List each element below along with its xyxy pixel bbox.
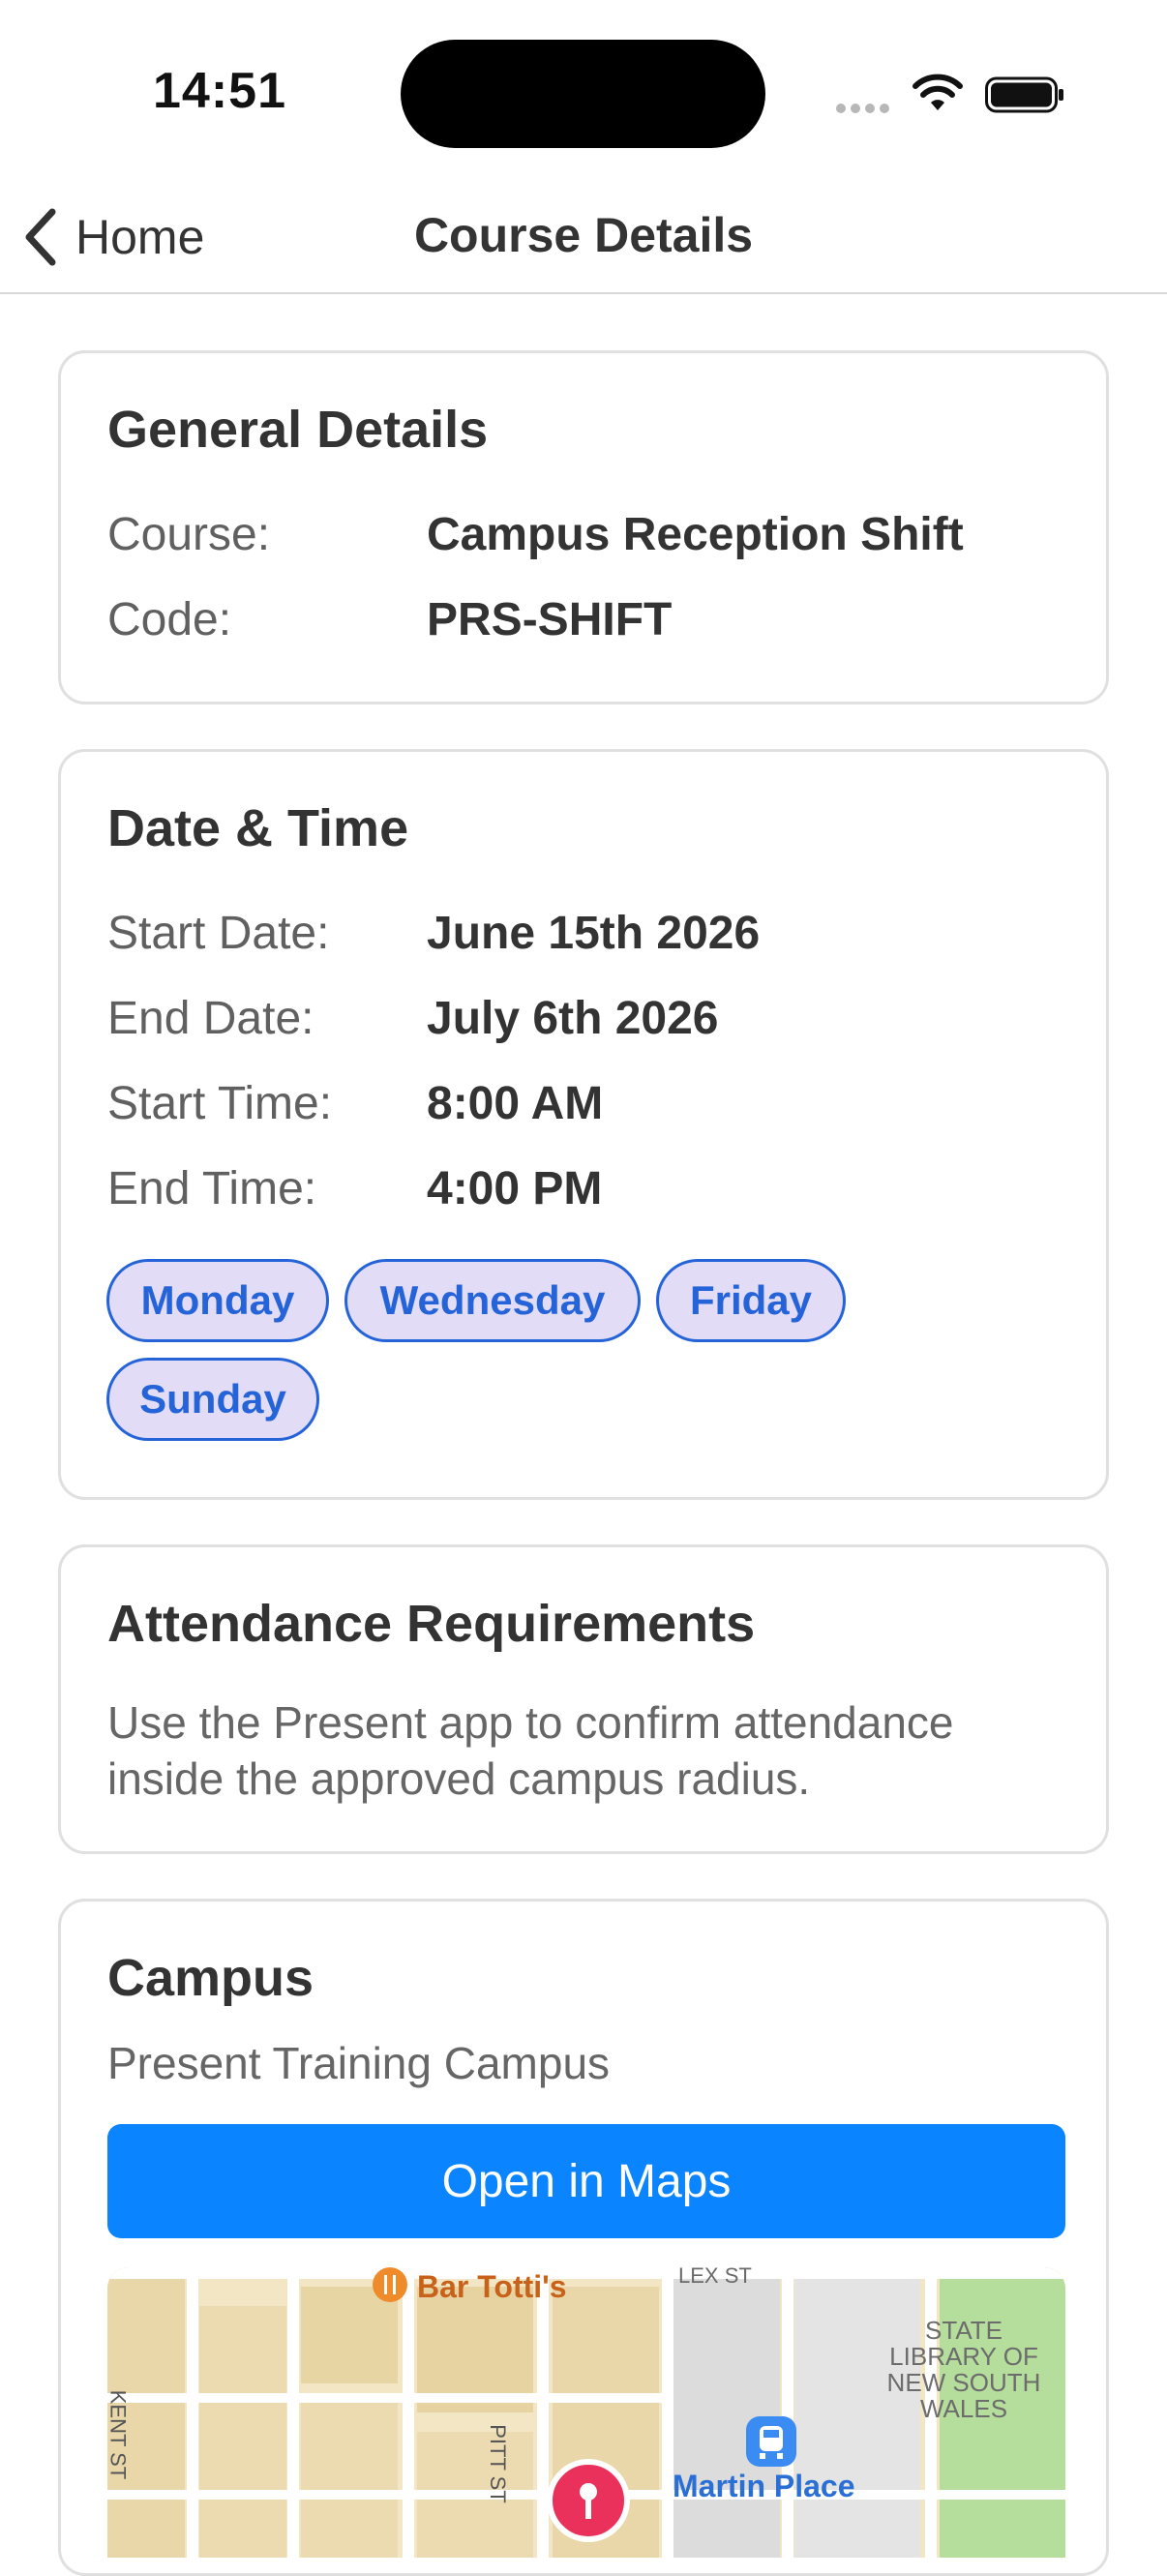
attendance-title: Attendance Requirements <box>107 1595 756 1653</box>
start-date-value: June 15th 2026 <box>427 908 761 959</box>
end-date-row: End Date: July 6th 2026 <box>107 992 1065 1050</box>
end-date-label: End Date: <box>107 993 314 1044</box>
map-street-pitt: PITT ST <box>485 2424 510 2503</box>
map-street-kent: KENT ST <box>107 2389 131 2480</box>
campus-map[interactable]: Bar Totti's LEX ST STATE LIBRARY OF NEW … <box>107 2267 1065 2558</box>
code-label: Code: <box>107 594 232 645</box>
map-pin-icon[interactable] <box>545 2457 632 2558</box>
general-details-card: General Details Course: Campus Reception… <box>58 350 1109 704</box>
open-in-maps-button[interactable]: Open in Maps <box>107 2124 1065 2238</box>
course-value: Campus Reception Shift <box>427 509 964 560</box>
code-value: PRS-SHIFT <box>427 594 673 645</box>
attendance-text: Use the Present app to confirm attendanc… <box>107 1697 954 1804</box>
end-time-value: 4:00 PM <box>427 1163 603 1214</box>
campus-title: Campus <box>107 1949 314 2007</box>
start-time-value: 8:00 AM <box>427 1078 604 1129</box>
start-time-row: Start Time: 8:00 AM <box>107 1077 1065 1135</box>
end-time-label: End Time: <box>107 1163 317 1214</box>
wifi-icon <box>913 74 963 110</box>
day-chip-sunday: Sunday <box>106 1358 319 1441</box>
map-station-label[interactable]: Martin Place <box>673 2469 855 2504</box>
start-date-row: Start Date: June 15th 2026 <box>107 907 1065 965</box>
attendance-card: Attendance Requirements Use the Present … <box>58 1544 1109 1854</box>
start-time-label: Start Time: <box>107 1078 333 1129</box>
map-poi-restaurant[interactable]: Bar Totti's <box>417 2269 567 2305</box>
battery-icon <box>985 76 1063 113</box>
code-row: Code: PRS-SHIFT <box>107 593 1065 651</box>
end-date-value: July 6th 2026 <box>427 993 719 1044</box>
campus-name: Present Training Campus <box>107 2038 611 2088</box>
end-time-row: End Time: 4:00 PM <box>107 1162 1065 1220</box>
day-chip-wednesday: Wednesday <box>344 1259 641 1342</box>
train-icon <box>746 2416 796 2467</box>
start-date-label: Start Date: <box>107 908 330 959</box>
cellular-signal-icon <box>836 101 894 118</box>
course-label: Course: <box>107 509 271 560</box>
fork-knife-icon <box>373 2267 407 2302</box>
map-street-top: LEX ST <box>678 2267 752 2288</box>
course-row: Course: Campus Reception Shift <box>107 508 1065 566</box>
day-chip-friday: Friday <box>656 1259 846 1342</box>
map-library-label: STATE LIBRARY OF NEW SOUTH WALES <box>886 2316 1041 2423</box>
day-chip-monday: Monday <box>106 1259 329 1342</box>
general-details-title: General Details <box>107 401 489 459</box>
dynamic-island <box>401 40 765 148</box>
page-title: Course Details <box>413 208 754 262</box>
date-time-title: Date & Time <box>107 799 409 857</box>
navigation-bar: Home Course Details <box>0 184 1167 294</box>
campus-card: Campus Present Training Campus Open in M… <box>58 1899 1109 2576</box>
date-time-card: Date & Time Start Date: June 15th 2026 E… <box>58 749 1109 1500</box>
status-bar: 14:51 <box>0 0 1167 184</box>
status-time: 14:51 <box>153 63 286 119</box>
